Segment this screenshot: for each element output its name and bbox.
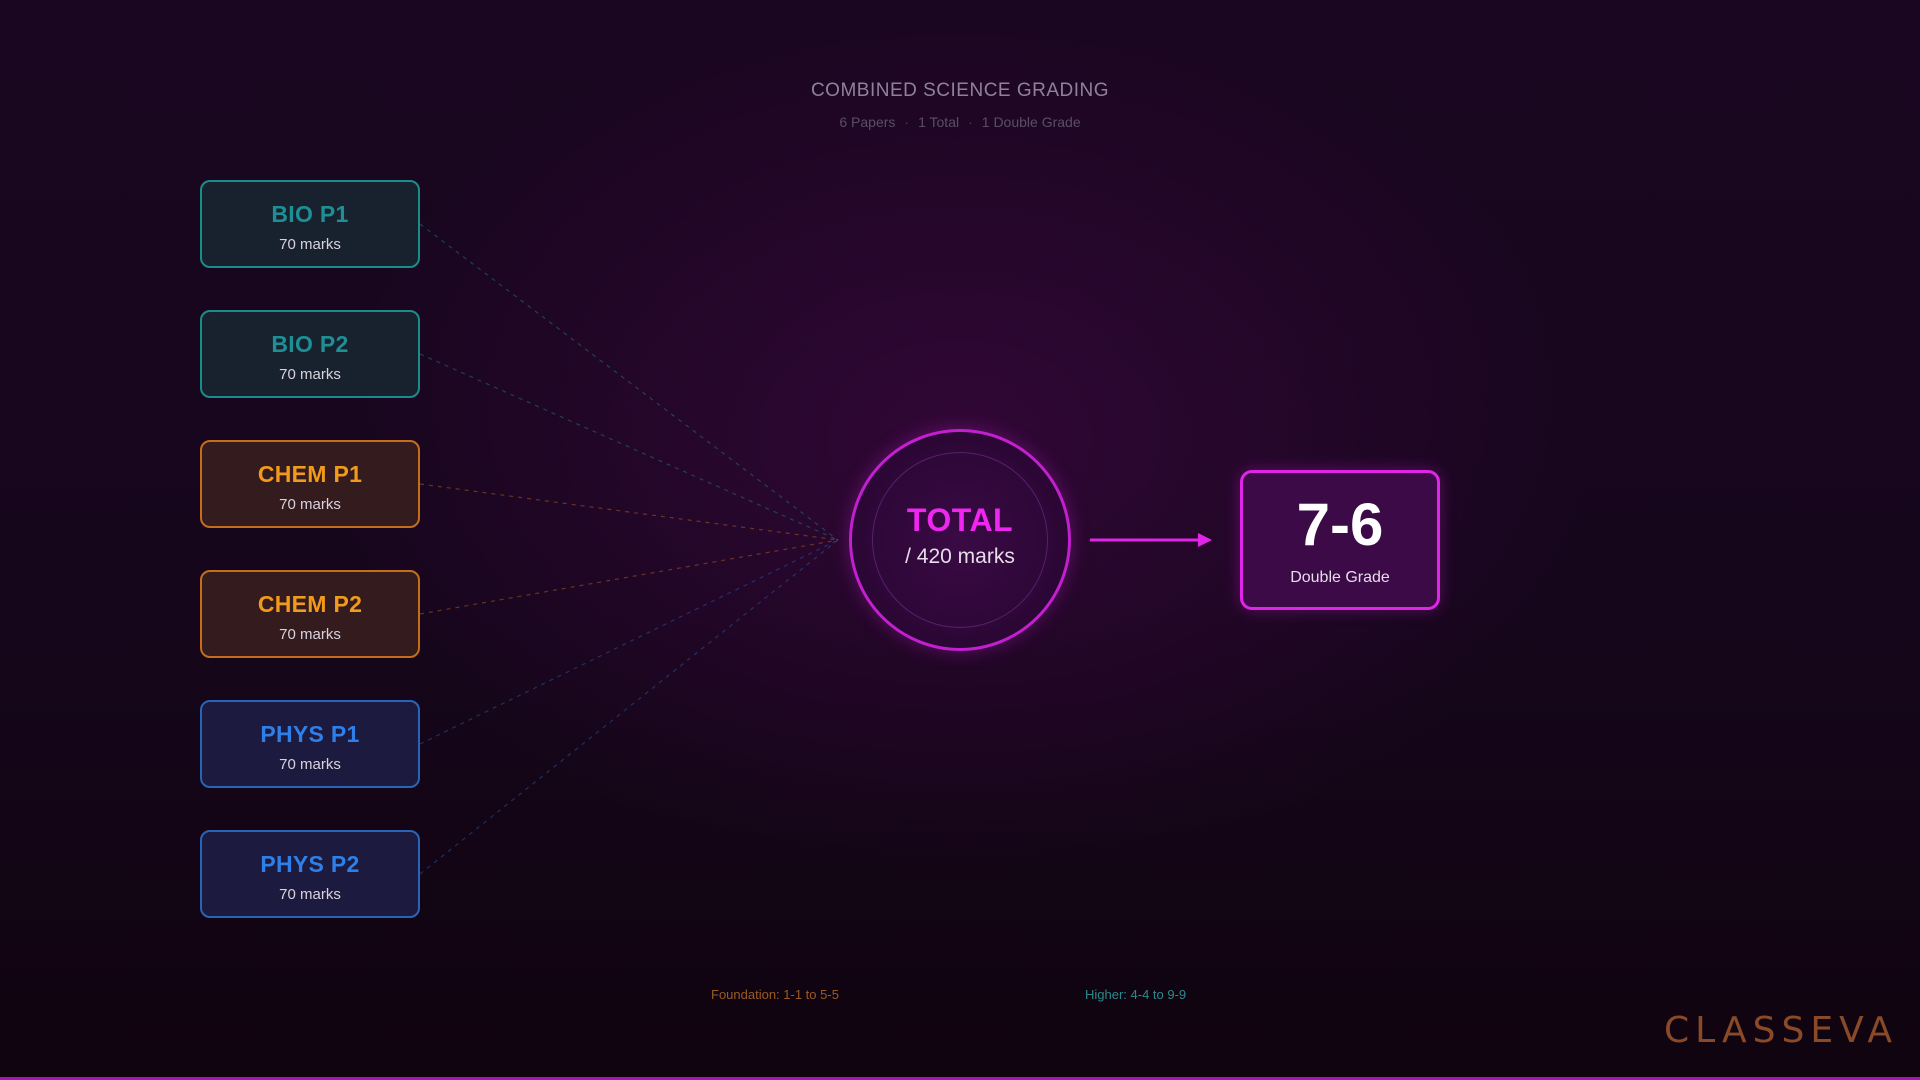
paper-name: CHEM P2 (257, 591, 363, 617)
paper-name: BIO P1 (271, 201, 349, 227)
paper-card-phys-p2: PHYS P2 70 marks (200, 830, 420, 918)
diagram-title: COMBINED SCIENCE GRADING (810, 80, 1110, 101)
subtitle-double-grade: 1 Double Grade (981, 114, 1081, 130)
paper-marks: 70 marks (279, 886, 341, 903)
grade-value: 7-6 (1296, 491, 1384, 558)
grading-diagram: COMBINED SCIENCE GRADING 6 Papers · 1 Tota… (0, 0, 1920, 1080)
diagram-header: COMBINED SCIENCE GRADING 6 Papers · 1 Tota… (0, 80, 1920, 130)
paper-marks: 70 marks (279, 496, 341, 513)
paper-marks: 70 marks (279, 366, 341, 383)
paper-name: PHYS P2 (260, 851, 360, 877)
connector-line-phys-p2 (419, 539, 839, 875)
paper-card-chem-p2: CHEM P2 70 marks (200, 570, 420, 658)
paper-card-chem-p1: CHEM P1 70 marks (200, 440, 420, 528)
subtitle-papers: 6 Papers (839, 114, 896, 130)
paper-name: PHYS P1 (260, 721, 360, 747)
subtitle-total: 1 Total (918, 114, 960, 130)
subtitle-separator: · (904, 114, 910, 130)
paper-name: BIO P2 (271, 331, 349, 357)
paper-marks: 70 marks (279, 626, 341, 643)
paper-card-bio-p1: BIO P1 70 marks (200, 180, 420, 268)
arrow-head-icon (1198, 533, 1212, 547)
higher-range-note: Higher: 4-4 to 9-9 (1085, 987, 1187, 1002)
diagram-subtitle: 6 Papers · 1 Total · 1 Double Grade (0, 114, 1920, 130)
connector-line-chem-p2 (419, 539, 839, 615)
paper-card-bio-p2: BIO P2 70 marks (200, 310, 420, 398)
total-marks: / 420 marks (905, 545, 1015, 568)
total-circle: TOTAL / 420 marks (849, 429, 1071, 651)
grade-label: Double Grade (1290, 569, 1390, 586)
classeva-logo: CLASSEVA (1664, 1010, 1899, 1051)
paper-card-phys-p1: PHYS P1 70 marks (200, 700, 420, 788)
foundation-range-note: Foundation: 1-1 to 5-5 (711, 987, 839, 1002)
total-inner-ring (872, 452, 1048, 628)
paper-name: CHEM P1 (257, 461, 363, 487)
paper-marks: 70 marks (279, 756, 341, 773)
paper-marks: 70 marks (279, 236, 341, 253)
total-label: TOTAL (906, 502, 1014, 538)
connector-line-phys-p1 (419, 539, 839, 745)
double-grade-box: 7-6 Double Grade (1240, 470, 1440, 610)
subtitle-separator: · (968, 114, 973, 130)
